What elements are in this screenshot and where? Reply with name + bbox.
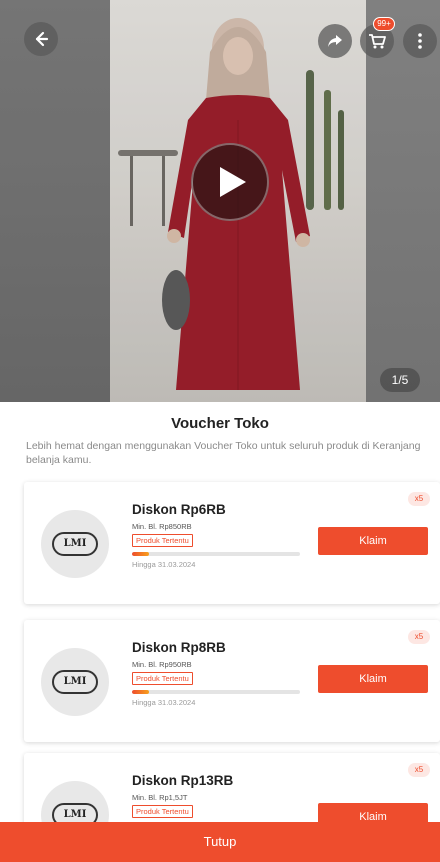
voucher-min-spend: Min. Bl. Rp950RB	[132, 660, 192, 669]
share-button[interactable]	[318, 24, 352, 58]
close-button[interactable]: Tutup	[0, 822, 440, 862]
claim-button[interactable]: Klaim	[318, 665, 428, 693]
play-video-button[interactable]	[191, 143, 269, 221]
voucher-usage-bar	[132, 552, 300, 556]
voucher-card: LMI Diskon Rp8RB Min. Bl. Rp950RB Produk…	[24, 620, 440, 742]
voucher-title: Diskon Rp8RB	[132, 640, 226, 655]
image-counter: 1/5	[380, 368, 420, 392]
back-button[interactable]	[24, 22, 58, 56]
voucher-scope-tag: Produk Tertentu	[132, 805, 193, 818]
claim-button[interactable]: Klaim	[318, 527, 428, 555]
voucher-usage-fill	[132, 690, 149, 694]
voucher-usage-fill	[132, 552, 149, 556]
arrow-left-icon	[35, 31, 49, 47]
sheet-description: Lebih hemat dengan menggunakan Voucher T…	[26, 440, 421, 466]
voucher-quantity-badge: x5	[408, 630, 430, 644]
voucher-title: Diskon Rp6RB	[132, 502, 226, 517]
shop-logo-text: LMI	[52, 670, 98, 694]
voucher-card: LMI Diskon Rp6RB Min. Bl. Rp850RB Produk…	[24, 482, 440, 604]
cart-count-badge: 99+	[373, 17, 395, 31]
play-icon	[220, 167, 246, 197]
voucher-min-spend: Min. Bl. Rp1,5JT	[132, 793, 188, 802]
voucher-scope-tag: Produk Tertentu	[132, 534, 193, 547]
more-options-button[interactable]	[403, 24, 437, 58]
shop-logo-text: LMI	[52, 532, 98, 556]
shop-logo: LMI	[41, 648, 109, 716]
voucher-title: Diskon Rp13RB	[132, 773, 234, 788]
sheet-title: Voucher Toko	[171, 415, 269, 432]
voucher-quantity-badge: x5	[408, 492, 430, 506]
share-icon	[328, 35, 342, 47]
voucher-expiry: Hingga 31.03.2024	[132, 698, 196, 707]
more-vertical-icon	[418, 33, 422, 49]
voucher-scope-tag: Produk Tertentu	[132, 672, 193, 685]
voucher-sheet: Voucher Toko Lebih hemat dengan mengguna…	[0, 402, 440, 862]
voucher-expiry: Hingga 31.03.2024	[132, 560, 196, 569]
voucher-usage-bar	[132, 690, 300, 694]
product-media[interactable]: 99+ 1/5	[0, 0, 440, 402]
shop-logo: LMI	[41, 510, 109, 578]
cart-icon	[369, 34, 386, 49]
voucher-min-spend: Min. Bl. Rp850RB	[132, 522, 192, 531]
voucher-quantity-badge: x5	[408, 763, 430, 777]
